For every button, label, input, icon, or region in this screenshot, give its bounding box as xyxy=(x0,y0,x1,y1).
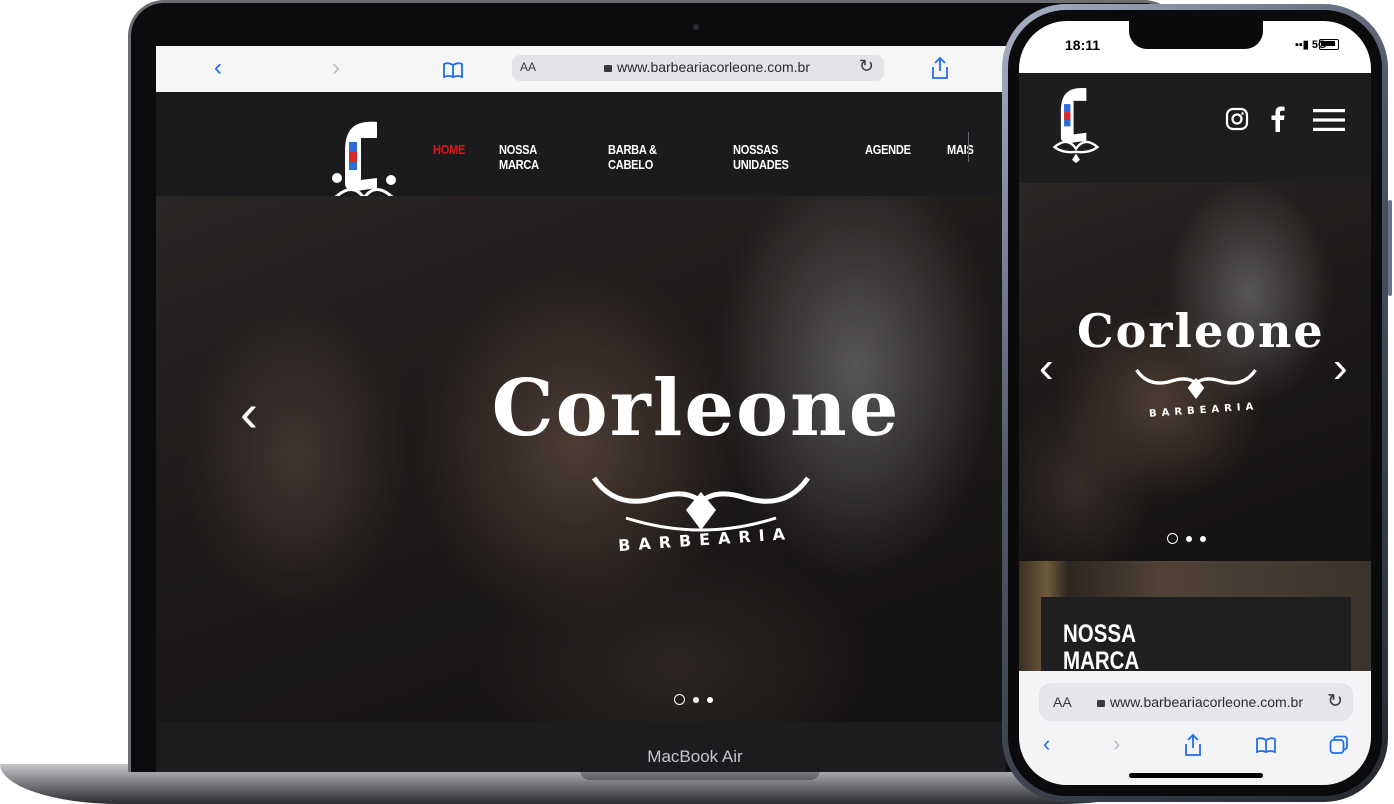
slider-dot-2[interactable] xyxy=(693,696,699,703)
phone-side-button xyxy=(1388,200,1392,296)
mobile-tabs-icon[interactable] xyxy=(1329,735,1349,755)
reload-button[interactable]: ↻ xyxy=(859,56,874,77)
mobile-hero-slider: ‹ › Corleone BARBEARIA xyxy=(1019,183,1371,561)
laptop-camera xyxy=(693,24,699,30)
device-label: MacBook Air xyxy=(647,747,743,766)
forward-button[interactable]: › xyxy=(332,54,340,82)
mobile-slider-prev-button[interactable]: ‹ xyxy=(1039,341,1054,395)
bookmarks-icon[interactable] xyxy=(442,58,464,86)
mobile-text-size-button[interactable]: AA xyxy=(1053,694,1072,710)
laptop-screen: ‹ › AA www.barbeariacorleone.com.br ↻ HO… xyxy=(156,46,1006,722)
mobile-share-icon[interactable] xyxy=(1183,733,1203,757)
slider-dot-3[interactable] xyxy=(707,696,713,703)
mobile-slider-dot-2[interactable] xyxy=(1186,535,1192,542)
nav-item-mais[interactable]: MAIS xyxy=(947,142,974,172)
hero-overlay xyxy=(156,196,1006,722)
phone-notch xyxy=(1129,21,1263,49)
mobile-hero-brand-name: Corleone xyxy=(1077,304,1325,358)
nav-item-agende[interactable]: AGENDE xyxy=(865,142,911,172)
hamburger-menu-icon[interactable] xyxy=(1313,109,1345,131)
slider-dots xyxy=(674,694,713,705)
mobile-slider-next-button[interactable]: › xyxy=(1333,341,1348,395)
mobile-url-value: www.barbeariacorleone.com.br xyxy=(1110,694,1303,710)
hero-slider: ‹ Corleone BARBEARIA xyxy=(156,196,1006,722)
text-size-button[interactable]: AA xyxy=(520,60,536,74)
nav-item-nossas-unidades[interactable]: NOSSAS UNIDADES xyxy=(733,142,822,172)
nav-item-nossa-marca[interactable]: NOSSA MARCA xyxy=(499,142,568,172)
browser-toolbar: ‹ › AA www.barbeariacorleone.com.br ↻ xyxy=(156,46,1006,93)
address-bar[interactable]: AA www.barbeariacorleone.com.br ↻ xyxy=(512,55,884,81)
nav-item-barba-cabelo[interactable]: BARBA & CABELO xyxy=(608,142,691,172)
mobile-back-button[interactable]: ‹ xyxy=(1043,731,1050,757)
mobile-reload-button[interactable]: ↻ xyxy=(1327,690,1343,713)
lock-icon xyxy=(604,65,612,72)
back-button[interactable]: ‹ xyxy=(214,54,222,82)
mobile-browser-toolbar: AA www.barbeariacorleone.com.br ↻ ‹ › xyxy=(1019,671,1371,785)
mobile-lock-icon xyxy=(1097,700,1105,707)
share-icon[interactable] xyxy=(930,56,950,87)
slider-prev-button[interactable]: ‹ xyxy=(240,386,258,440)
mobile-address-bar[interactable]: AA www.barbeariacorleone.com.br ↻ xyxy=(1039,683,1353,721)
mobile-slider-dot-1[interactable] xyxy=(1167,533,1178,544)
battery-icon xyxy=(1319,39,1339,50)
slider-dot-1[interactable] xyxy=(674,694,685,705)
status-time: 18:11 xyxy=(1065,37,1101,53)
site-header: HOME NOSSA MARCA BARBA & CABELO NOSSAS U… xyxy=(156,92,1006,216)
url-value: www.barbeariacorleone.com.br xyxy=(617,59,810,75)
mobile-forward-button[interactable]: › xyxy=(1113,731,1120,757)
nav-divider xyxy=(968,132,969,162)
hero-brand-name: Corleone xyxy=(491,363,901,454)
mobile-bookmarks-icon[interactable] xyxy=(1255,736,1277,754)
status-bar: 18:11 ▪▪▮ 5G xyxy=(1019,21,1371,73)
mobile-site-header xyxy=(1019,73,1371,183)
mobile-url-text: www.barbeariacorleone.com.br xyxy=(1097,694,1303,710)
mobile-slider-dots xyxy=(1167,533,1206,544)
main-nav: HOME NOSSA MARCA BARBA & CABELO NOSSAS U… xyxy=(433,142,1006,172)
home-indicator[interactable] xyxy=(1129,773,1263,778)
phone-screen: 18:11 ▪▪▮ 5G ‹ › Corleone BARBEARIA NOSS… xyxy=(1019,21,1371,785)
laptop-chin xyxy=(156,722,1006,772)
instagram-icon[interactable] xyxy=(1225,107,1249,131)
facebook-icon[interactable] xyxy=(1271,106,1285,132)
mobile-site-logo[interactable] xyxy=(1049,85,1103,163)
nav-item-home[interactable]: HOME xyxy=(433,142,465,172)
url-text: www.barbeariacorleone.com.br xyxy=(604,59,810,75)
mobile-slider-dot-3[interactable] xyxy=(1200,535,1206,542)
section-title: NOSSA MARCA xyxy=(1063,620,1140,675)
